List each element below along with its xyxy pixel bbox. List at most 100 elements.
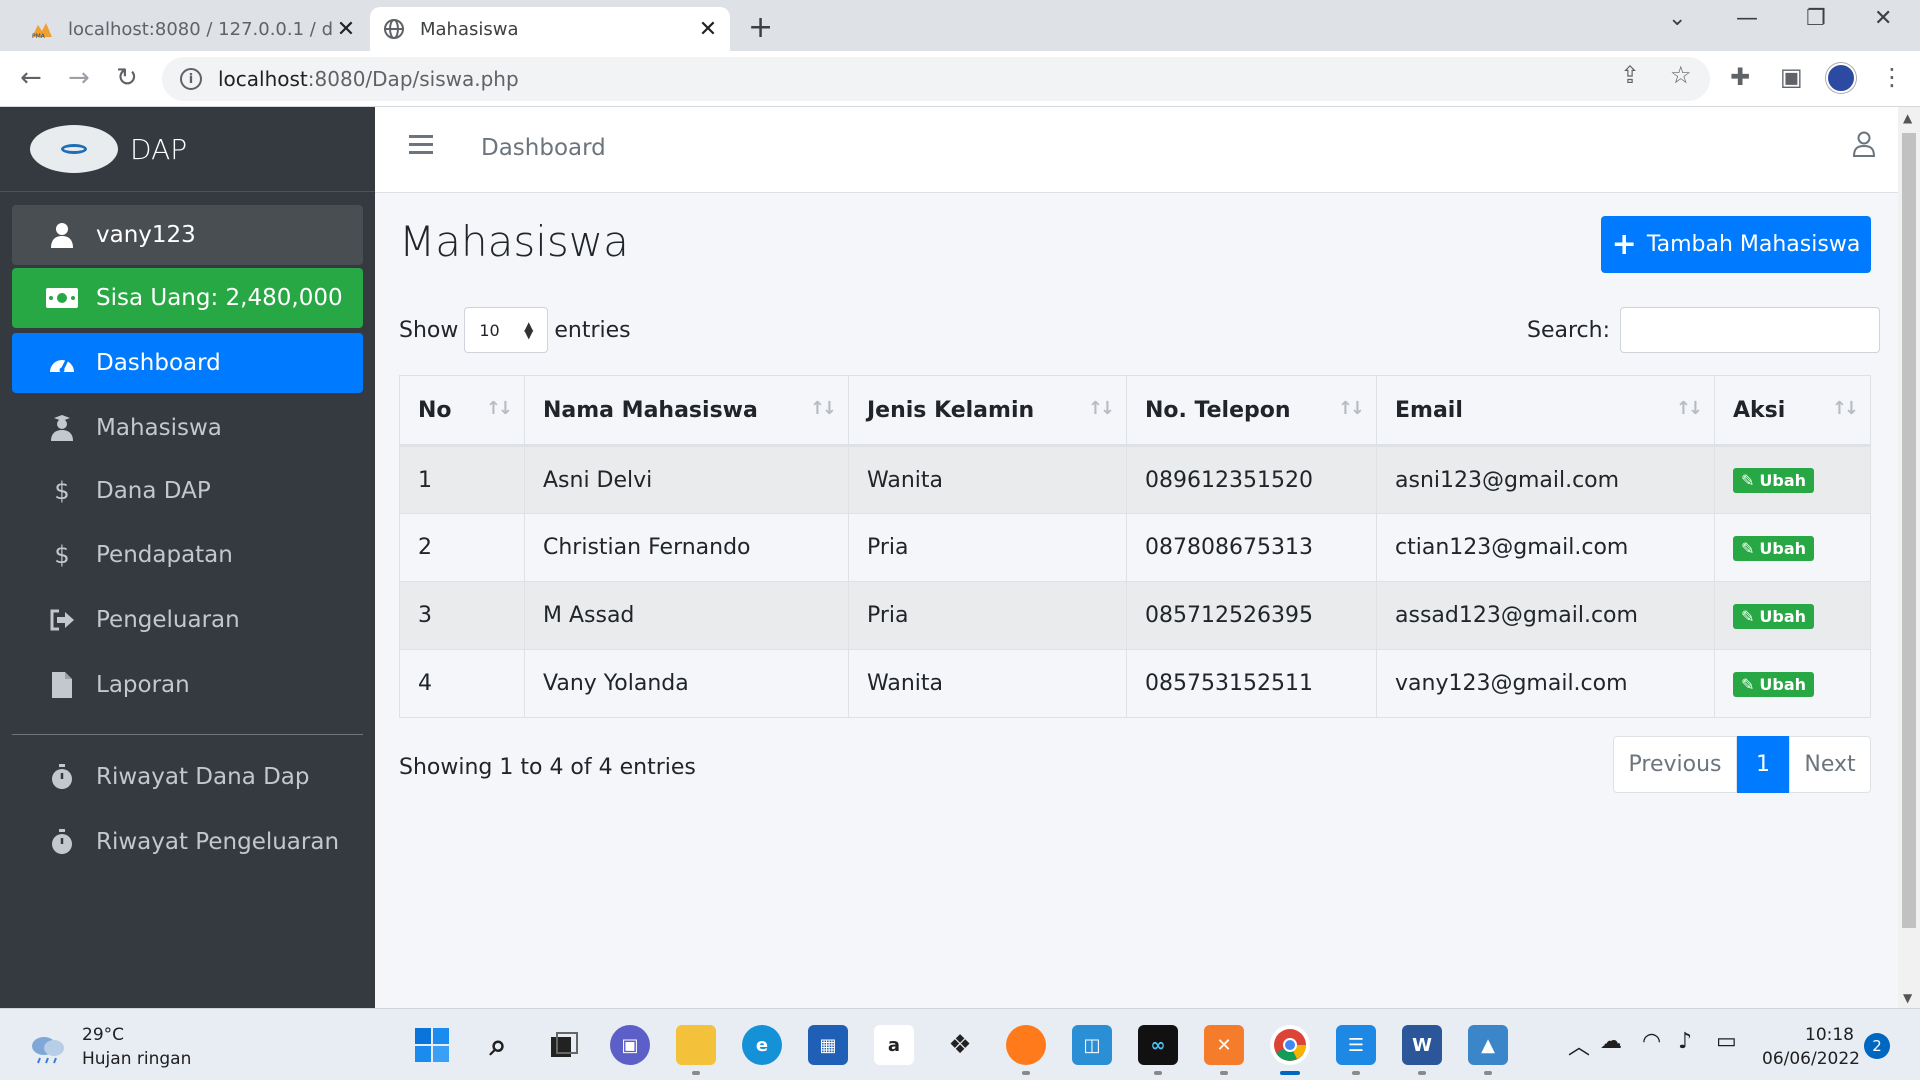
url-field[interactable]: i localhost:8080/Dap/siswa.php	[162, 57, 1710, 101]
sidebar-item-riwayat-pengeluaran[interactable]: Riwayat Pengeluaran	[12, 812, 363, 872]
weather-condition: Hujan ringan	[82, 1049, 192, 1069]
entries-select[interactable]: 10 ▲ ▼	[464, 307, 549, 353]
brand-link[interactable]: DAP	[0, 107, 375, 192]
share-icon[interactable]: ⇪	[1620, 61, 1640, 89]
edit-icon: ✎	[1741, 538, 1755, 558]
column-header-email[interactable]: Email ↑↓	[1376, 375, 1715, 447]
pagination-previous[interactable]: Previous	[1613, 736, 1737, 793]
wifi-icon[interactable]: ◠	[1642, 1029, 1661, 1054]
cell-nama: Christian Fernando	[524, 513, 849, 582]
browser-tab-bar: PMA localhost:8080 / 127.0.0.1 / dap / ✕…	[0, 0, 1920, 51]
menu-dots-icon[interactable]: ⋮	[1880, 63, 1904, 91]
column-header-no[interactable]: No ↑↓	[399, 375, 525, 447]
browser-tab-phpmyadmin[interactable]: PMA localhost:8080 / 127.0.0.1 / dap / ✕	[18, 7, 368, 51]
tab-title: localhost:8080 / 127.0.0.1 / dap /	[68, 18, 332, 40]
column-header-aksi[interactable]: Aksi ↑↓	[1714, 375, 1871, 447]
amazon-icon[interactable]: a	[874, 1025, 914, 1065]
notepad-icon[interactable]: ☰	[1336, 1025, 1376, 1075]
dollar-icon: $	[54, 477, 70, 505]
dropbox-icon[interactable]: ❖	[940, 1025, 980, 1065]
search-input[interactable]	[1620, 307, 1880, 353]
user-icon	[42, 222, 82, 248]
cell-nama: M Assad	[524, 581, 849, 650]
sidebar-item-riwayat-dana-dap[interactable]: Riwayat Dana Dap	[12, 747, 363, 807]
sidebar-user[interactable]: vany123	[12, 205, 363, 265]
word-icon[interactable]: W	[1402, 1025, 1442, 1075]
start-menu-icon[interactable]	[412, 1025, 452, 1065]
sidebar-item-pendapatan[interactable]: $ Pendapatan	[12, 525, 363, 585]
close-tab-icon[interactable]: ✕	[694, 15, 722, 43]
task-view-icon[interactable]	[544, 1025, 584, 1065]
sidebar: DAP vany123 Sisa Uang: 2,480,000 Dashboa…	[0, 107, 375, 1008]
edit-button[interactable]: ✎ Ubah	[1733, 603, 1815, 629]
side-panel-icon[interactable]: ▣	[1780, 63, 1803, 91]
onedrive-icon[interactable]: ☁	[1600, 1029, 1622, 1054]
notification-badge[interactable]: 2	[1864, 1033, 1890, 1059]
cell-jenis-kelamin: Wanita	[848, 649, 1127, 718]
back-icon[interactable]: ←	[20, 63, 42, 93]
tab-search-icon[interactable]: ⌄	[1668, 6, 1686, 31]
xampp-icon[interactable]: ✕	[1204, 1025, 1244, 1075]
cell-email: vany123@gmail.com	[1376, 649, 1715, 718]
browser-tab-mahasiswa[interactable]: Mahasiswa ✕	[370, 7, 730, 51]
pagination-next[interactable]: Next	[1789, 736, 1871, 793]
ms-app-icon[interactable]: ◫	[1072, 1025, 1112, 1065]
volume-icon[interactable]: ♪	[1678, 1029, 1692, 1054]
microsoft-store-icon[interactable]: ▦	[808, 1025, 848, 1065]
sidebar-item-pengeluaran[interactable]: Pengeluaran	[12, 590, 363, 650]
edit-button-label: Ubah	[1759, 674, 1807, 694]
add-mahasiswa-button[interactable]: + Tambah Mahasiswa	[1601, 216, 1871, 273]
top-navbar: Dashboard	[375, 107, 1898, 193]
user-menu-icon[interactable]	[1852, 131, 1876, 161]
pagination-page-1[interactable]: 1	[1737, 736, 1789, 793]
sidebar-balance[interactable]: Sisa Uang: 2,480,000	[12, 268, 363, 328]
money-bill-icon	[42, 288, 82, 308]
weather-widget[interactable]: 29°C Hujan ringan	[28, 1023, 191, 1071]
photos-icon[interactable]: ▲	[1468, 1025, 1508, 1075]
close-window-icon[interactable]: ✕	[1874, 6, 1892, 31]
cell-no: 1	[399, 445, 525, 514]
teams-chat-icon[interactable]: ▣	[610, 1025, 650, 1065]
sidebar-item-dashboard[interactable]: Dashboard	[12, 333, 363, 393]
forward-icon[interactable]: →	[68, 63, 90, 93]
sidebar-item-laporan[interactable]: Laporan	[12, 655, 363, 715]
tray-overflow-icon[interactable]: ︿	[1568, 1029, 1590, 1061]
edit-icon: ✎	[1741, 674, 1755, 694]
sidebar-item-label: Pendapatan	[96, 542, 233, 568]
edit-button-label: Ubah	[1759, 606, 1807, 626]
show-label: Show	[399, 317, 459, 343]
edit-button[interactable]: ✎ Ubah	[1733, 468, 1815, 493]
column-header-telepon[interactable]: No. Telepon ↑↓	[1126, 375, 1377, 447]
page-scrollbar[interactable]: ▲ ▼	[1898, 107, 1920, 1008]
nav-link-dashboard[interactable]: Dashboard	[481, 135, 606, 161]
scrollbar-thumb[interactable]	[1902, 133, 1916, 928]
file-explorer-icon[interactable]	[676, 1025, 716, 1075]
bookmark-star-icon[interactable]: ☆	[1670, 61, 1692, 89]
restore-icon[interactable]: ❐	[1806, 6, 1826, 31]
close-tab-icon[interactable]: ✕	[332, 15, 360, 43]
cell-telepon: 085753152511	[1126, 649, 1377, 718]
scroll-up-icon[interactable]: ▲	[1903, 111, 1912, 125]
battery-icon[interactable]: ▭	[1716, 1029, 1737, 1054]
site-info-icon[interactable]: i	[180, 68, 202, 90]
hamburger-menu-icon[interactable]	[409, 135, 433, 159]
webex-icon[interactable]: ∞	[1138, 1025, 1178, 1075]
edit-button[interactable]: ✎ Ubah	[1733, 535, 1815, 561]
chrome-icon[interactable]	[1270, 1025, 1310, 1075]
edit-button[interactable]: ✎ Ubah	[1733, 671, 1815, 697]
profile-avatar[interactable]	[1826, 63, 1856, 93]
sidebar-item-mahasiswa[interactable]: Mahasiswa	[12, 398, 363, 458]
column-header-label: No. Telepon	[1145, 397, 1291, 423]
reload-icon[interactable]: ↻	[116, 63, 138, 93]
column-header-jenis-kelamin[interactable]: Jenis Kelamin ↑↓	[848, 375, 1127, 447]
firefox-icon[interactable]	[1006, 1025, 1046, 1075]
scroll-down-icon[interactable]: ▼	[1903, 991, 1912, 1005]
search-icon[interactable]: ⌕	[478, 1025, 518, 1065]
sidebar-item-dana-dap[interactable]: $ Dana DAP	[12, 461, 363, 521]
column-header-nama[interactable]: Nama Mahasiswa ↑↓	[524, 375, 849, 447]
extensions-icon[interactable]: ✚	[1730, 63, 1750, 91]
system-clock[interactable]: 10:18 06/06/2022	[1762, 1023, 1860, 1071]
edge-icon[interactable]: e	[742, 1025, 782, 1065]
new-tab-icon[interactable]: +	[748, 10, 773, 45]
minimize-icon[interactable]: —	[1736, 6, 1758, 31]
